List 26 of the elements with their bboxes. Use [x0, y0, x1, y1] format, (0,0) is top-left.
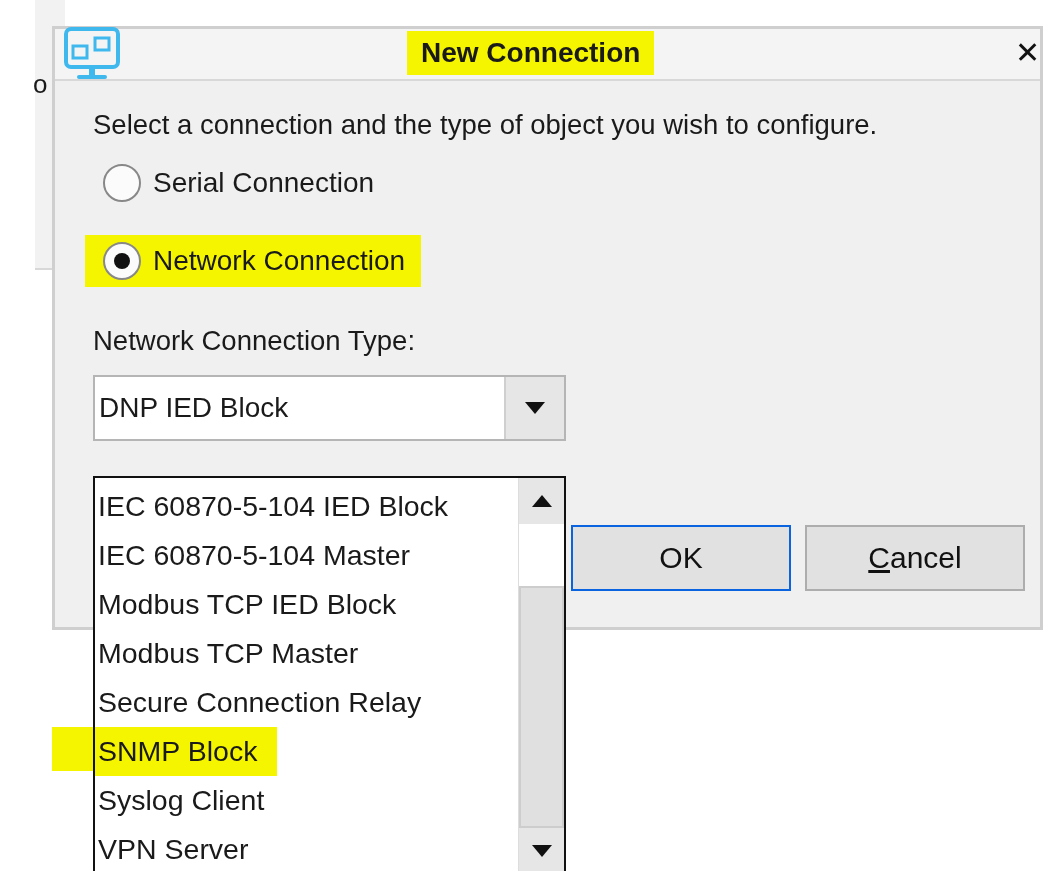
- instruction-text: Select a connection and the type of object you wish to configure.: [93, 108, 879, 142]
- monitor-icon: [63, 26, 121, 82]
- field-label: Network Connection Type:: [93, 324, 417, 358]
- radio-button[interactable]: [103, 164, 141, 202]
- radio-option[interactable]: Network Connection: [85, 235, 422, 287]
- dropdown-option[interactable]: Syslog Client: [95, 776, 265, 825]
- dropdown-option[interactable]: Secure Connection Relay: [95, 678, 422, 727]
- connection-type-dropdown[interactable]: DNP IED Block: [93, 375, 566, 441]
- window-title: New Connection: [407, 31, 655, 75]
- radio-button[interactable]: [103, 242, 141, 280]
- dropdown-option[interactable]: SNMP Block: [95, 727, 278, 776]
- dropdown-option[interactable]: VPN Server: [95, 825, 249, 871]
- scroll-down-icon: [531, 845, 552, 857]
- scrollbar[interactable]: [518, 478, 564, 871]
- scroll-up-icon: [531, 495, 552, 507]
- caret-icon: [525, 402, 545, 414]
- close-button[interactable]: ✕: [1015, 35, 1041, 71]
- ok-button[interactable]: OK: [571, 525, 791, 591]
- radio-option[interactable]: Serial Connection: [93, 157, 375, 209]
- highlighter-mark: [52, 727, 93, 771]
- dropdown-option[interactable]: Modbus TCP IED Block: [95, 580, 397, 629]
- cancel-button[interactable]: Cancel: [805, 525, 1025, 591]
- dropdown-option[interactable]: Modbus TCP Master: [95, 629, 359, 678]
- dropdown-option[interactable]: IEC 60870-5-104 IED Block: [95, 482, 449, 531]
- dropdown-option[interactable]: IEC 60870-5-104 Master: [95, 531, 411, 580]
- background-text: o: [33, 68, 48, 100]
